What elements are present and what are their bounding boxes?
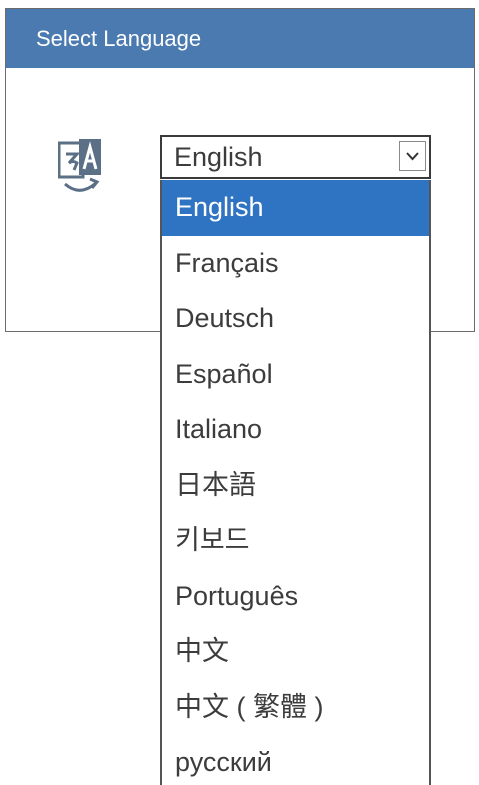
language-option-deutsch[interactable]: Deutsch xyxy=(162,291,429,347)
language-option-chinese-traditional[interactable]: 中文 ( 繁體 ) xyxy=(162,680,429,736)
language-option-russian[interactable]: русский xyxy=(162,735,429,785)
language-option-japanese[interactable]: 日本語 xyxy=(162,458,429,514)
language-option-chinese-simplified[interactable]: 中文 xyxy=(162,624,429,680)
language-option-italiano[interactable]: Italiano xyxy=(162,402,429,458)
chevron-down-icon xyxy=(406,152,419,161)
language-dropdown-list: English Français Deutsch Español Italian… xyxy=(160,180,431,785)
translate-icon xyxy=(58,139,101,192)
language-option-francais[interactable]: Français xyxy=(162,236,429,292)
language-select[interactable]: English xyxy=(160,135,431,179)
dialog-title: Select Language xyxy=(6,9,474,68)
language-option-korean[interactable]: 키보드 xyxy=(162,513,429,569)
dropdown-arrow-button[interactable] xyxy=(399,141,426,171)
language-option-espanol[interactable]: Español xyxy=(162,347,429,403)
language-select-value: English xyxy=(174,142,263,172)
language-option-english[interactable]: English xyxy=(162,180,429,236)
language-option-portugues[interactable]: Português xyxy=(162,569,429,625)
